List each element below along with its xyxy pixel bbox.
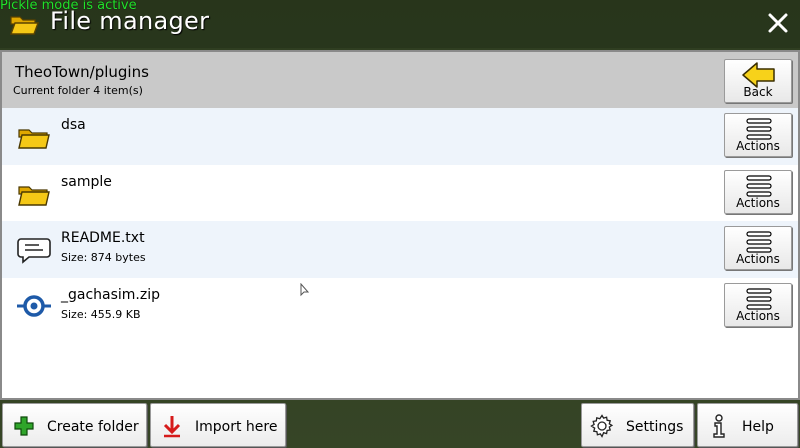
close-icon[interactable]	[764, 9, 792, 37]
file-row-sample[interactable]: sample Actions	[2, 165, 798, 222]
file-size: Size: 455.9 KB	[61, 307, 141, 321]
folder-icon	[18, 129, 50, 149]
file-size: Size: 874 bytes	[61, 251, 146, 264]
actions-button[interactable]: Actions	[724, 226, 792, 270]
menu-icon	[746, 231, 772, 253]
path-header: TheoTown/plugins Current folder 4 item(s…	[2, 52, 798, 108]
import-here-label: Import here	[195, 419, 278, 435]
file-list-panel: TheoTown/plugins Current folder 4 item(s…	[0, 50, 800, 400]
actions-label: Actions	[736, 252, 780, 266]
settings-button[interactable]: Settings	[581, 403, 694, 447]
info-icon	[713, 414, 725, 438]
file-row-dsa[interactable]: dsa Actions	[2, 108, 798, 165]
file-name: README.txt	[61, 230, 145, 246]
file-manager-dialog: File manager Pickle mode is active TheoT…	[0, 0, 800, 448]
file-name: dsa	[61, 117, 86, 133]
actions-label: Actions	[736, 195, 780, 210]
menu-icon	[746, 174, 772, 197]
footer-bar: Create folder Import here Settings Help	[0, 400, 800, 448]
file-row-gachasim[interactable]: _gachasim.zip Size: 455.9 KB Actions	[2, 278, 798, 335]
text-file-icon	[17, 238, 51, 264]
actions-label: Actions	[736, 308, 780, 323]
current-path: TheoTown/plugins	[15, 63, 149, 81]
settings-label: Settings	[626, 419, 684, 435]
file-row-readme[interactable]: README.txt Size: 874 bytes Actions	[2, 221, 798, 278]
create-folder-button[interactable]: Create folder	[2, 403, 147, 447]
actions-button[interactable]: Actions	[724, 113, 792, 157]
gear-icon	[590, 414, 614, 438]
mouse-cursor-icon	[300, 283, 310, 297]
folder-open-icon	[10, 16, 39, 35]
back-button-label: Back	[743, 85, 773, 99]
actions-button[interactable]: Actions	[724, 169, 792, 214]
plus-icon	[14, 416, 34, 436]
help-button[interactable]: Help	[697, 403, 798, 447]
actions-label: Actions	[736, 139, 780, 153]
file-name: sample	[61, 173, 112, 190]
file-name: _gachasim.zip	[61, 286, 161, 303]
actions-button[interactable]: Actions	[724, 282, 792, 327]
item-count: Current folder 4 item(s)	[13, 84, 143, 97]
menu-icon	[746, 287, 772, 310]
import-here-button[interactable]: Import here	[150, 403, 286, 447]
download-arrow-icon	[163, 416, 181, 438]
back-button[interactable]: Back	[724, 59, 792, 103]
help-label: Help	[742, 419, 774, 435]
folder-icon	[18, 185, 50, 206]
file-list: dsa Actions sample Actions README.txt Si…	[2, 108, 798, 334]
plugin-zip-icon	[17, 294, 51, 317]
menu-icon	[746, 118, 772, 140]
pickle-mode-status: Pickle mode is active	[0, 0, 137, 13]
create-folder-label: Create folder	[47, 419, 139, 435]
